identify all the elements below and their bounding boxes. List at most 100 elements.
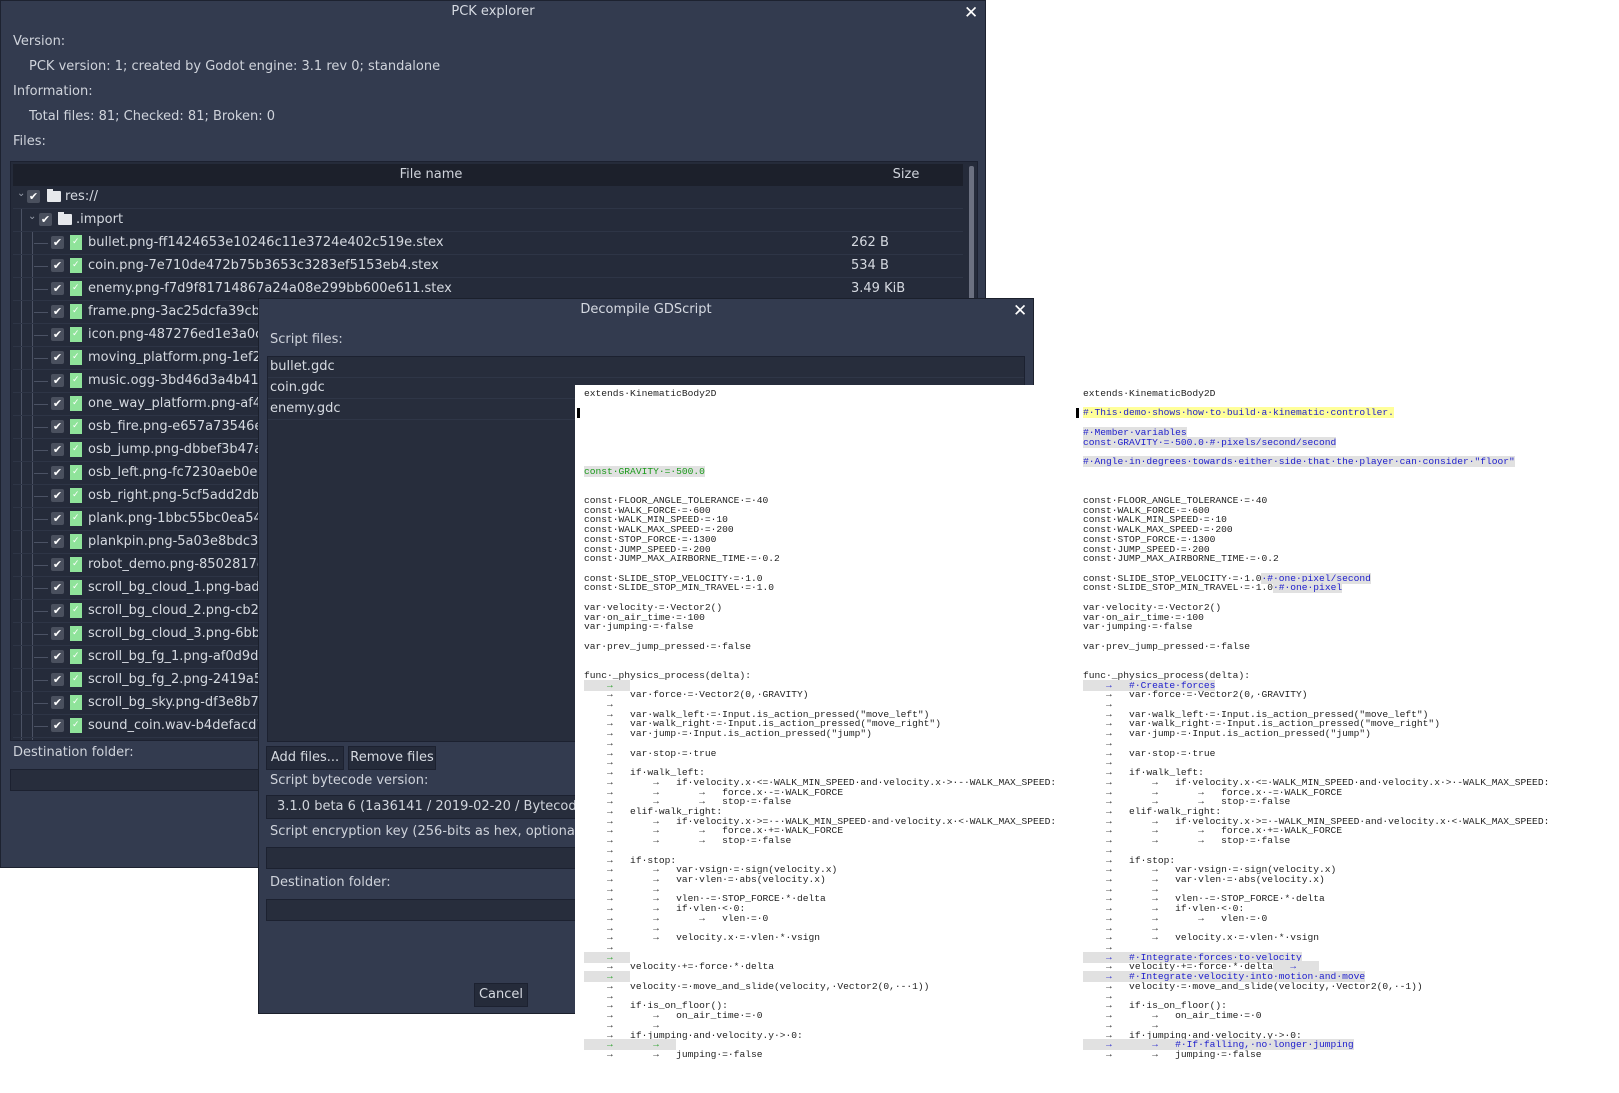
window-title: PCK explorer	[451, 4, 535, 19]
tree-guide	[34, 381, 48, 382]
code-line: → → jumping·=·false	[584, 1049, 762, 1060]
tree-row-name: sound_coin.wav-b4defacd1a	[88, 718, 273, 733]
file-icon	[70, 488, 82, 503]
destination-label: Destination folder:	[13, 745, 134, 760]
tree-row-name: osb_fire.png-e657a73546eb	[88, 419, 271, 434]
checkbox[interactable]: ✔	[51, 512, 64, 525]
chevron-down-icon[interactable]: ⌄	[28, 211, 36, 222]
remove-files-button[interactable]: Remove files	[348, 746, 436, 770]
code-text: → → velocity.x·=·vlen·*·vsign	[1083, 932, 1320, 944]
tree-guide	[34, 427, 48, 428]
file-icon	[70, 603, 82, 618]
tree-row-size: 262 B	[851, 235, 889, 250]
checkbox[interactable]: ✔	[51, 397, 64, 410]
code-line: var·prev_jump_pressed·=·false	[584, 640, 751, 652]
tree-guide	[34, 519, 48, 520]
folder-icon	[47, 189, 61, 202]
checkbox[interactable]: ✔	[51, 558, 64, 571]
tree-guide	[34, 657, 48, 658]
tree-row-name: plank.png-1bbc55bc0ea546	[88, 511, 271, 526]
version-text: PCK version: 1; created by Godot engine:…	[29, 59, 441, 74]
file-icon	[70, 465, 82, 480]
checkbox[interactable]: ✔	[51, 627, 64, 640]
tree-row-name: .import	[76, 212, 124, 227]
tree-row-folder[interactable]: ⌄ ✔ .import	[13, 209, 963, 232]
checkbox[interactable]: ✔	[51, 604, 64, 617]
code-text: → var·jump·=·Input.is_action_pressed("ju…	[1083, 728, 1371, 740]
file-icon	[70, 373, 82, 388]
file-icon	[70, 350, 82, 365]
checkbox[interactable]: ✔	[51, 466, 64, 479]
code-line: #·Angle·in·degrees·towards·either·side·t…	[1083, 456, 1515, 468]
tree-row-name: one_way_platform.png-af401	[88, 396, 278, 411]
checkbox[interactable]: ✔	[51, 259, 64, 272]
checkbox[interactable]: ✔	[51, 236, 64, 249]
code-line: const·SLIDE_STOP_MIN_TRAVEL·=·1.0	[584, 583, 774, 593]
code-line: const·GRAVITY·=·500.0·#·pixels/second/se…	[1083, 436, 1337, 448]
tree-row-name: osb_right.png-5cf5add2dbc1	[88, 488, 275, 503]
checkbox[interactable]: ✔	[51, 443, 64, 456]
tree-row-name: moving_platform.png-1ef2f9	[88, 350, 274, 365]
code-line: → var·force·=·Vector2(0,·GRAVITY)	[584, 690, 809, 700]
tree-row-name: plankpin.png-5a03e8bdc3cb	[88, 534, 274, 549]
tree-row-file[interactable]: ✔ bullet.png-ff1424653e10246c11e3724e402c…	[13, 232, 963, 255]
checkbox[interactable]: ✔	[51, 673, 64, 686]
code-line: var·prev_jump_pressed·=·false	[1083, 641, 1250, 652]
file-icon	[70, 281, 82, 296]
tree-row-name: robot_demo.png-8502817e0	[88, 557, 274, 572]
code-text: const·GRAVITY·=·500.0·#·pixels/second/se…	[1083, 436, 1337, 448]
column-file-name[interactable]: File name	[13, 167, 849, 182]
checkbox[interactable]: ✔	[51, 650, 64, 663]
code-text: const·SLIDE_STOP_MIN_TRAVEL·=·1.0	[1083, 582, 1273, 594]
encryption-key-label: Script encryption key (256-bits as hex, …	[270, 824, 588, 839]
script-file-item[interactable]: bullet.gdc	[268, 357, 1024, 378]
tree-guide	[34, 634, 48, 635]
tree-row-name: scroll_bg_cloud_3.png-6bbd	[88, 626, 269, 641]
tree-row-name: scroll_bg_cloud_1.png-bad76	[88, 580, 277, 595]
code-line: extends·KinematicBody2D	[584, 389, 716, 399]
checkbox[interactable]: ✔	[51, 328, 64, 341]
diff-pane-left[interactable]: extends·KinematicBody2D const·GRAVITY·=·5…	[575, 385, 1075, 1093]
code-text: #·This·demo·shows·how·to·build·a·kinemat…	[1083, 407, 1394, 419]
checkbox[interactable]: ✔	[39, 213, 52, 226]
tree-row-name: enemy.png-f7d9f81714867a24a08e299bb600e6…	[88, 281, 452, 296]
code-text: var·prev_jump_pressed·=·false	[584, 640, 751, 652]
text-caret	[1076, 408, 1079, 419]
checkbox[interactable]: ✔	[51, 351, 64, 364]
code-text: → var·force·=·Vector2(0,·GRAVITY)	[584, 689, 809, 701]
add-files-button[interactable]: Add files...	[266, 746, 344, 770]
checkbox[interactable]: ✔	[51, 581, 64, 594]
diff-pane-right[interactable]: extends·KinematicBody2D #·This·demo·shows…	[1075, 385, 1619, 1093]
tree-row-name: osb_jump.png-dbbef3b47ab	[88, 442, 271, 457]
cancel-button[interactable]: Cancel	[474, 983, 528, 1007]
code-text: extends·KinematicBody2D	[584, 388, 717, 399]
tree-header: File name Size	[13, 164, 963, 186]
checkbox[interactable]: ✔	[51, 305, 64, 318]
tree-row-root[interactable]: ⌄ ✔ res://	[13, 186, 963, 209]
tree-row-name: scroll_bg_fg_2.png-2419a5b3	[88, 672, 279, 687]
code-line: → var·jump·=·Input.is_action_pressed("ju…	[584, 729, 872, 739]
dialog-title: Decompile GDScript	[580, 302, 712, 317]
checkbox[interactable]: ✔	[51, 535, 64, 548]
close-icon[interactable]: ✕	[1013, 301, 1027, 321]
close-icon[interactable]: ✕	[964, 3, 978, 23]
file-icon	[70, 695, 82, 710]
checkbox[interactable]: ✔	[51, 489, 64, 502]
tree-guide	[34, 358, 48, 359]
checkbox[interactable]: ✔	[51, 374, 64, 387]
file-icon	[70, 626, 82, 641]
checkbox[interactable]: ✔	[51, 696, 64, 709]
code-text: → velocity·=·move_and_slide(velocity,·Ve…	[1083, 980, 1423, 992]
checkbox[interactable]: ✔	[51, 719, 64, 732]
tree-row-file[interactable]: ✔ coin.png-7e710de472b75b3653c3283ef5153e…	[13, 255, 963, 278]
code-line: → velocity·=·move_and_slide(velocity,·Ve…	[1083, 980, 1423, 992]
column-size[interactable]: Size	[849, 167, 963, 182]
checkbox[interactable]: ✔	[27, 190, 40, 203]
checkbox[interactable]: ✔	[51, 282, 64, 295]
tree-row-name: scroll_bg_cloud_2.png-cb251	[88, 603, 276, 618]
tree-guide	[34, 289, 48, 290]
scrollbar[interactable]	[969, 166, 974, 306]
checkbox[interactable]: ✔	[51, 420, 64, 433]
code-line: const·JUMP_MAX_AIRBORNE_TIME·=·0.2	[1083, 554, 1279, 564]
chevron-down-icon[interactable]: ⌄	[17, 188, 25, 199]
